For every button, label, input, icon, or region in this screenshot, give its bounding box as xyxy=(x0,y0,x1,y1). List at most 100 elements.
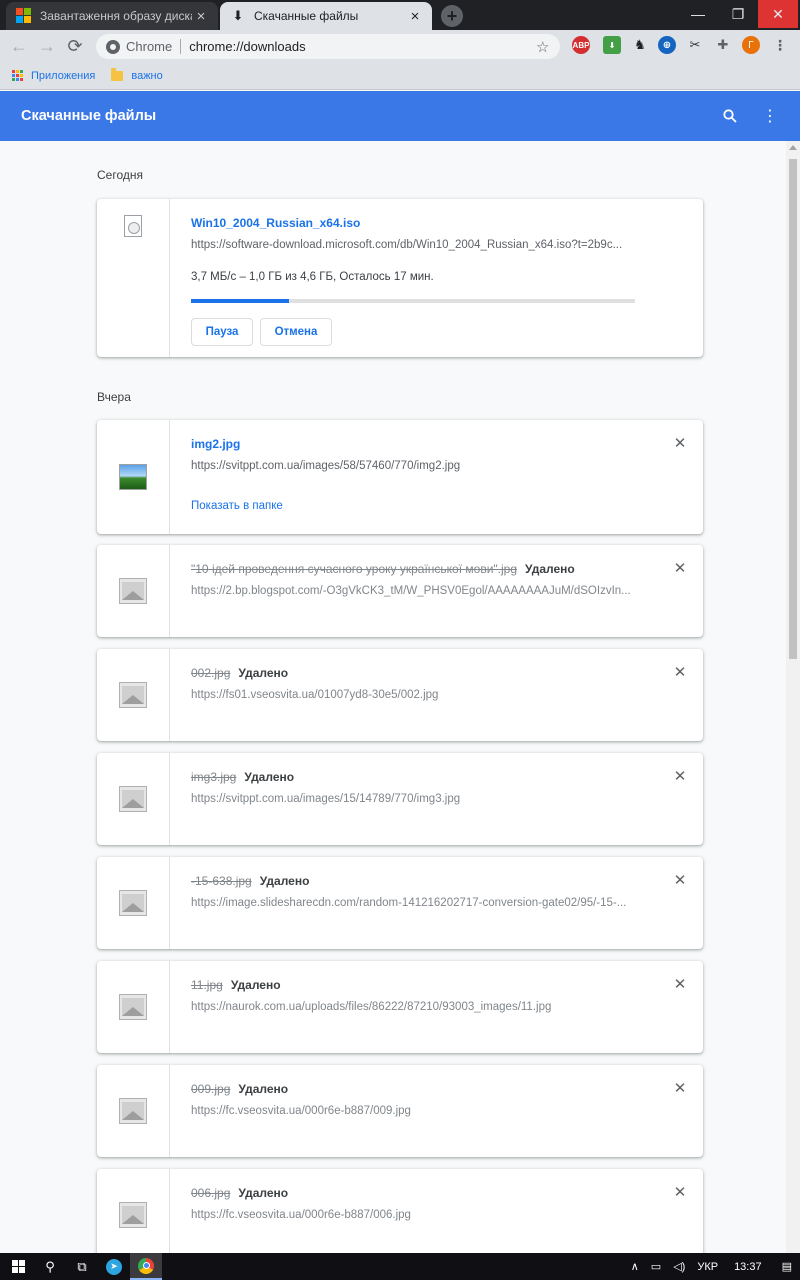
file-name-deleted: img3.jpg xyxy=(191,770,237,784)
windows-taskbar: ⚲ ⧉ ➤ ∧ ▭ ◁) УКР 13:37 ▤ xyxy=(0,1253,800,1280)
menu-icon[interactable]: ⋮ xyxy=(771,36,789,54)
remove-icon[interactable]: ✕ xyxy=(673,872,687,889)
bookmarks-bar: Приложения важно xyxy=(0,62,800,90)
maximize-button[interactable]: ❐ xyxy=(718,0,758,28)
clock[interactable]: 13:37 xyxy=(734,1261,762,1273)
file-icon-col xyxy=(97,545,170,637)
file-icon-col xyxy=(97,1065,170,1157)
file-icon-col xyxy=(97,961,170,1053)
site-info-icon[interactable] xyxy=(106,39,120,54)
volume-icon[interactable]: ◁) xyxy=(673,1260,685,1273)
bookmark-star-icon[interactable]: ☆ xyxy=(536,38,560,56)
bookmark-label: Приложения xyxy=(31,69,96,82)
file-name[interactable]: img2.jpg xyxy=(191,437,240,451)
file-url[interactable]: https://naurok.com.ua/uploads/files/8622… xyxy=(191,1001,637,1013)
disc-file-icon xyxy=(124,215,142,237)
pause-button[interactable]: Пауза xyxy=(191,318,253,346)
forward-button[interactable]: → xyxy=(33,32,61,60)
more-options-icon[interactable]: ⋮ xyxy=(758,104,782,128)
close-icon[interactable]: × xyxy=(406,7,424,25)
puzzle-icon[interactable]: ✚ xyxy=(714,36,732,54)
remove-icon[interactable]: ✕ xyxy=(673,435,687,452)
microsoft-icon xyxy=(16,8,32,24)
image-file-icon xyxy=(119,786,147,812)
image-file-icon xyxy=(119,682,147,708)
remove-icon[interactable]: ✕ xyxy=(673,560,687,577)
globe-ext-icon[interactable]: ⊕ xyxy=(658,36,676,54)
file-url[interactable]: https://software-download.microsoft.com/… xyxy=(191,239,637,251)
file-name[interactable]: Win10_2004_Russian_x64.iso xyxy=(191,216,360,230)
cancel-button[interactable]: Отмена xyxy=(260,318,332,346)
minimize-button[interactable]: — xyxy=(678,0,718,28)
network-icon[interactable]: ▭ xyxy=(651,1260,661,1273)
notifications-icon[interactable]: ▤ xyxy=(782,1260,792,1273)
remove-icon[interactable]: ✕ xyxy=(673,1184,687,1201)
page-title: Скачанные файлы xyxy=(21,108,157,124)
progress-fill xyxy=(191,299,289,303)
tree-ext-icon[interactable]: ♞ xyxy=(631,36,649,54)
new-tab-button[interactable]: + xyxy=(441,5,463,27)
file-name: 002.jpg Удалено xyxy=(191,666,288,680)
file-name: img3.jpg Удалено xyxy=(191,770,294,784)
abp-icon[interactable]: ABP xyxy=(572,36,590,54)
file-url[interactable]: https://fc.vseosvita.ua/000r6e-b887/006.… xyxy=(191,1209,637,1221)
file-url[interactable]: https://2.bp.blogspot.com/-O3gVkCK3_tM/W… xyxy=(191,585,637,597)
file-name: 006.jpg Удалено xyxy=(191,1186,288,1200)
telegram-icon[interactable]: ➤ xyxy=(98,1253,130,1280)
tab-title: Скачанные файлы xyxy=(254,9,359,23)
file-url[interactable]: https://svitppt.com.ua/images/58/57460/7… xyxy=(191,460,637,472)
remove-icon[interactable]: ✕ xyxy=(673,1080,687,1097)
bookmark-apps[interactable]: Приложения xyxy=(12,70,95,82)
tab-downloads[interactable]: ⬇ Скачанные файлы × xyxy=(220,2,432,30)
scroll-up-icon[interactable] xyxy=(789,145,797,150)
status-label: Удалено xyxy=(244,770,295,784)
tools-ext-icon[interactable]: ✂ xyxy=(686,36,704,54)
tray-expand-icon[interactable]: ∧ xyxy=(631,1260,639,1273)
download-item: 002.jpg Удалено https://fs01.vseosvita.ua… xyxy=(97,649,703,741)
file-link[interactable]: img2.jpg xyxy=(191,437,240,451)
file-url[interactable]: https://svitppt.com.ua/images/15/14789/7… xyxy=(191,793,637,805)
back-button[interactable]: ← xyxy=(5,32,33,60)
close-window-button[interactable]: ✕ xyxy=(758,0,798,28)
profile-avatar[interactable]: Г xyxy=(742,36,760,54)
show-in-folder-link[interactable]: Показать в папке xyxy=(191,500,283,512)
download-item: 006.jpg Удалено https://fc.vseosvita.ua/0… xyxy=(97,1169,703,1253)
reload-button[interactable]: ⟳ xyxy=(61,32,89,60)
address-bar[interactable]: Chrome chrome://downloads ☆ xyxy=(96,34,560,59)
file-link[interactable]: Win10_2004_Russian_x64.iso xyxy=(191,216,360,230)
download-ext-icon[interactable]: ⬇ xyxy=(603,36,621,54)
section-today: Сегодня xyxy=(97,168,143,182)
file-url[interactable]: https://fs01.vseosvita.ua/01007yd8-30e5/… xyxy=(191,689,637,701)
status-label: Удалено xyxy=(525,562,575,576)
file-icon-col xyxy=(97,649,170,741)
file-url[interactable]: https://fc.vseosvita.ua/000r6e-b887/009.… xyxy=(191,1105,637,1117)
image-thumbnail-icon xyxy=(119,464,147,490)
task-view-icon[interactable]: ⧉ xyxy=(66,1253,98,1280)
image-file-icon xyxy=(119,994,147,1020)
bookmark-vazhno[interactable]: важно xyxy=(111,67,163,82)
download-item: 11.jpg Удалено https://naurok.com.ua/uplo… xyxy=(97,961,703,1053)
scrollbar[interactable] xyxy=(786,141,800,1253)
language-indicator[interactable]: УКР xyxy=(697,1261,718,1273)
status-label: Удалено xyxy=(238,1082,289,1096)
bookmark-label: важно xyxy=(131,69,163,82)
file-url[interactable]: https://image.slidesharecdn.com/random-1… xyxy=(191,897,637,909)
close-icon[interactable]: × xyxy=(192,7,210,25)
search-icon[interactable] xyxy=(718,104,742,128)
tab-windows-download[interactable]: Завантаження образу диска Wi × xyxy=(6,2,218,30)
start-button[interactable] xyxy=(2,1253,34,1280)
status-label: Удалено xyxy=(259,874,310,888)
download-item: "10 ідей проведення сучасного уроку укра… xyxy=(97,545,703,637)
file-name-deleted: "10 ідей проведення сучасного уроку укра… xyxy=(191,562,518,576)
remove-icon[interactable]: ✕ xyxy=(673,664,687,681)
scrollbar-thumb[interactable] xyxy=(789,159,797,659)
tab-title: Завантаження образу диска Wi xyxy=(40,9,192,23)
file-name: 11.jpg Удалено xyxy=(191,978,281,992)
download-item: img3.jpg Удалено https://svitppt.com.ua/i… xyxy=(97,753,703,845)
remove-icon[interactable]: ✕ xyxy=(673,768,687,785)
downloads-list: Сегодня Win10_2004_Russian_x64.iso https… xyxy=(0,141,786,1253)
remove-icon[interactable]: ✕ xyxy=(673,976,687,993)
omnibox-url[interactable]: chrome://downloads xyxy=(189,39,536,54)
chrome-icon[interactable] xyxy=(130,1253,162,1280)
search-icon[interactable]: ⚲ xyxy=(34,1253,66,1280)
